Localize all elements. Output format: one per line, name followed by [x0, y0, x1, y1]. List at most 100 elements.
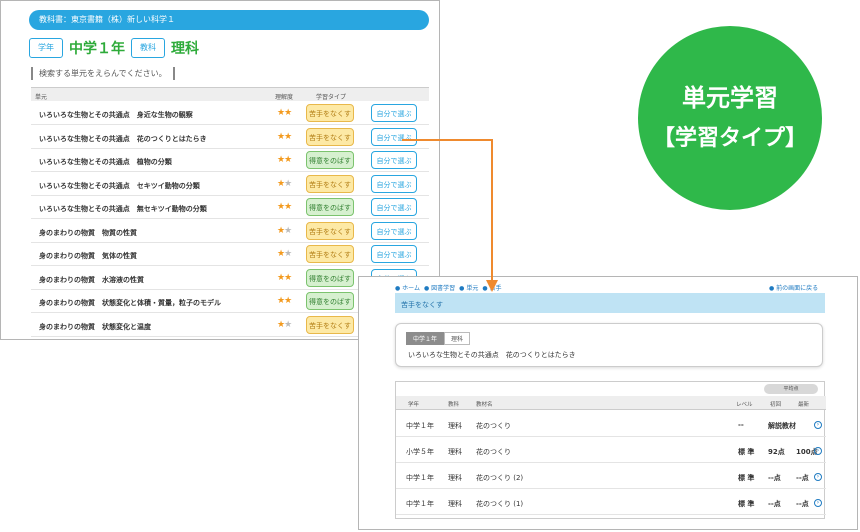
- back-link-label: 前の画面に戻る: [776, 285, 819, 292]
- learning-type-button[interactable]: 得意をのばす: [306, 198, 354, 216]
- row-first: --点: [768, 474, 781, 482]
- subject-label[interactable]: 教科: [131, 38, 165, 58]
- unit-list-header: 単元 理解度 学習タイプ: [31, 87, 429, 101]
- row-level: --: [738, 421, 744, 429]
- self-select-button[interactable]: 自分で選ぶ: [371, 221, 417, 240]
- row-first: 92点: [768, 448, 785, 456]
- row-material: 花のつくり (1): [476, 500, 524, 508]
- learning-type-button[interactable]: 苦手をなくす: [306, 221, 354, 240]
- arrow-right-icon[interactable]: ›: [814, 447, 822, 455]
- breadcrumb-weak-label: 苦手: [489, 285, 502, 292]
- row-grade: 中学１年: [406, 500, 434, 508]
- header-level: 理解度: [275, 94, 294, 101]
- material-row[interactable]: 中学１年 理科 花のつくり -- 解説教材 ›: [396, 412, 826, 437]
- material-row[interactable]: 小学５年 理科 花のつくり標 準 92点 100点 ›: [396, 438, 826, 463]
- star-icon: ★: [284, 296, 292, 306]
- arrow-right-icon[interactable]: ›: [814, 421, 822, 429]
- breadcrumb-library[interactable]: ● 図書学習: [424, 283, 455, 292]
- level-stars: ★★: [277, 131, 292, 142]
- level-stars: ★★: [277, 108, 292, 118]
- breadcrumb-unit-label: 単元: [466, 285, 479, 292]
- row-material: 花のつくり (2): [476, 474, 524, 482]
- row-level: 標 準: [738, 500, 755, 508]
- material-row[interactable]: 中学１年 理科 花のつくり (1) 標 準 --点 --点 ›: [396, 490, 826, 515]
- col-material: 教材名: [476, 402, 493, 408]
- feature-badge: 単元学習 【学習タイプ】: [638, 26, 822, 210]
- unit-title: いろいろな生物とその共通点 セキツイ動物の分類: [39, 181, 200, 190]
- col-subject: 教科: [448, 402, 460, 408]
- unit-title: 身のまわりの物質 状態変化と温度: [39, 322, 151, 331]
- subject-value: 理科: [171, 41, 199, 57]
- self-select-button[interactable]: 自分で選ぶ: [371, 174, 417, 193]
- material-row[interactable]: 中学１年 理科 花のつくり (2) 標 準 --点 --点 ›: [396, 464, 826, 489]
- breadcrumb-home[interactable]: ● ホーム: [395, 283, 420, 292]
- unit-row: いろいろな生物とその共通点 セキツイ動物の分類 ★★ 苦手をなくす 自分で選ぶ: [31, 173, 429, 196]
- level-stars: ★★: [277, 296, 292, 306]
- unit-row: いろいろな生物とその共通点 身近な生物の観察 ★★ 苦手をなくす 自分で選ぶ: [31, 102, 429, 125]
- row-first: --点: [768, 500, 781, 508]
- grade-value: 中学１年: [69, 41, 125, 57]
- row-subject: 理科: [448, 500, 462, 508]
- col-latest: 最新: [798, 402, 810, 408]
- breadcrumb-home-label: ホーム: [402, 285, 420, 292]
- learning-type-button[interactable]: 得意をのばす: [306, 268, 354, 287]
- unit-row: 身のまわりの物質 物質の性質 ★★ 苦手をなくす 自分で選ぶ: [31, 220, 429, 243]
- learning-type-button[interactable]: 得意をのばす: [306, 151, 354, 169]
- row-grade: 中学１年: [406, 422, 434, 430]
- star-icon: ★: [284, 249, 292, 259]
- unit-title: いろいろな生物とその共通点 花のつくりとはたらき: [39, 134, 207, 143]
- breadcrumb: ● ホーム ● 図書学習 ● 単元 ● 苦手: [395, 283, 502, 292]
- row-latest: --点: [796, 474, 809, 482]
- unit-row: いろいろな生物とその共通点 無セキツイ動物の分類 ★★ 得意をのばす 自分で選ぶ: [31, 196, 429, 219]
- star-icon: ★: [284, 131, 292, 142]
- level-stars: ★★: [277, 272, 292, 283]
- info-subject-tag: 理科: [444, 332, 471, 345]
- unit-row: いろいろな生物とその共通点 植物の分類 ★★ 得意をのばす 自分で選ぶ: [31, 149, 429, 172]
- badge-line-2: 【学習タイプ】: [652, 126, 807, 151]
- learning-type-button[interactable]: 苦手をなくす: [306, 127, 354, 146]
- unit-row: 身のまわりの物質 気体の性質 ★★ 苦手をなくす 自分で選ぶ: [31, 243, 429, 266]
- grade-subject-row: 学年 中学１年 教科 理科: [29, 37, 199, 59]
- learning-type-button[interactable]: 苦手をなくす: [306, 315, 354, 334]
- learning-type-button[interactable]: 苦手をなくす: [306, 245, 354, 263]
- self-select-button[interactable]: 自分で選ぶ: [371, 151, 417, 169]
- level-stars: ★★: [277, 225, 292, 236]
- row-grade: 中学１年: [406, 474, 434, 482]
- instruction-text: 検索する単元をえらんでください。: [31, 67, 175, 80]
- learning-type-button[interactable]: 得意をのばす: [306, 292, 354, 310]
- info-unit-title: いろいろな生物とその共通点 花のつくりとはたらき: [408, 351, 576, 359]
- breadcrumb-unit[interactable]: ● 単元: [459, 283, 478, 292]
- learning-type-button[interactable]: 苦手をなくす: [306, 104, 354, 122]
- back-link[interactable]: ● 前の画面に戻る: [769, 283, 818, 292]
- grade-label[interactable]: 学年: [29, 38, 63, 58]
- type-title: 苦手をなくす: [401, 301, 443, 309]
- level-stars: ★★: [277, 178, 292, 189]
- textbook-bar: 教科書：東京書籍（株）新しい科学１: [29, 10, 429, 30]
- unit-title: 身のまわりの物質 状態変化と体積・質量，粒子のモデル: [39, 299, 221, 307]
- level-stars: ★★: [277, 202, 292, 212]
- unit-title: 身のまわりの物質 物質の性質: [39, 228, 137, 237]
- self-select-button[interactable]: 自分で選ぶ: [371, 198, 417, 216]
- unit-title: いろいろな生物とその共通点 身近な生物の観察: [39, 111, 193, 119]
- arrow-right-icon[interactable]: ›: [814, 499, 822, 507]
- star-icon: ★: [284, 108, 292, 118]
- unit-row: いろいろな生物とその共通点 花のつくりとはたらき ★★ 苦手をなくす 自分で選ぶ: [31, 126, 429, 149]
- row-level: 標 準: [738, 474, 755, 482]
- arrow-right-icon[interactable]: ›: [814, 473, 822, 481]
- star-icon: ★: [284, 178, 292, 189]
- self-select-button[interactable]: 自分で選ぶ: [371, 245, 417, 263]
- breadcrumb-weak[interactable]: ● 苦手: [482, 283, 501, 292]
- unit-info-card: 中学１年 理科 いろいろな生物とその共通点 花のつくりとはたらき: [395, 323, 823, 367]
- star-icon: ★: [284, 272, 292, 283]
- material-table-header: 学年 教科 教材名 レベル 初回 最新: [396, 396, 826, 410]
- row-material: 花のつくり: [476, 448, 511, 456]
- self-select-button[interactable]: 自分で選ぶ: [371, 127, 417, 146]
- info-grade-tag: 中学１年: [406, 332, 445, 345]
- header-unit: 単元: [35, 94, 48, 101]
- row-latest: --点: [796, 500, 809, 508]
- learning-type-button[interactable]: 苦手をなくす: [306, 174, 354, 193]
- self-select-button[interactable]: 自分で選ぶ: [371, 104, 417, 122]
- star-icon: ★: [284, 225, 292, 236]
- star-icon: ★: [284, 202, 292, 212]
- level-stars: ★★: [277, 155, 292, 165]
